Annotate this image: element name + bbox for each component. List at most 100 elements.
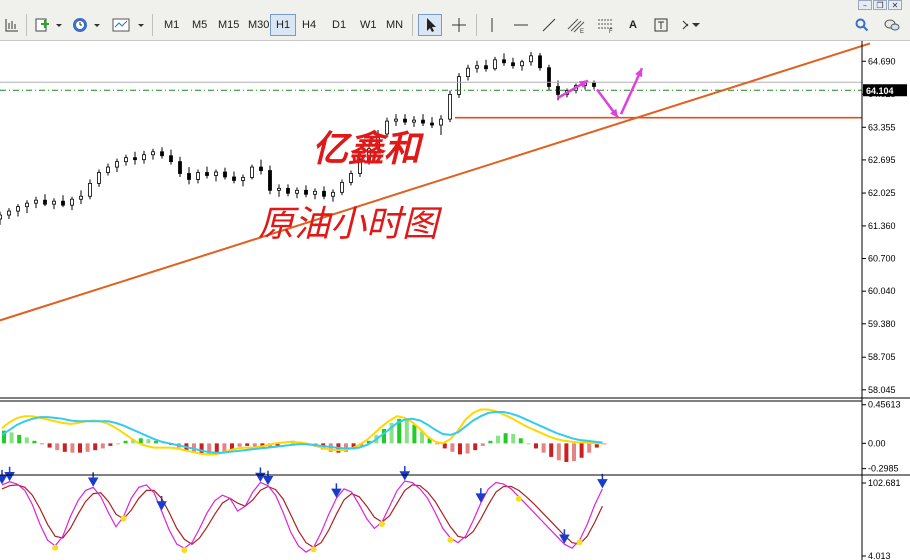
candle-body [115,161,119,168]
cursor-tool-icon[interactable] [418,14,442,36]
new-order-icon[interactable] [32,14,64,36]
kdj-up-marker [181,547,188,554]
crosshair-menu-icon[interactable] [2,14,22,36]
timeframe-h4[interactable]: H4 [296,14,322,36]
candle-body [502,59,506,64]
candle [448,90,452,123]
crosshair-tool-icon[interactable] [448,14,470,36]
candle-body [295,189,299,194]
text-label-tool-icon[interactable] [650,14,672,36]
templates-icon[interactable] [110,14,146,36]
candle-body [7,210,11,216]
minimize-button[interactable]: – [858,0,872,10]
macd-tick-label: 0.45613 [868,400,901,410]
macd-bar [404,419,409,444]
candle-body [61,200,65,206]
macd-bar [62,443,67,452]
candle-body [133,157,137,161]
macd-bar [579,443,584,458]
macd-bar [458,443,462,455]
candle-body [520,61,524,67]
restore-button[interactable]: ❐ [873,0,887,10]
timeframe-mn[interactable]: MN [380,14,409,36]
candle [547,64,551,91]
candle-body [241,177,245,181]
fibonacci-tool-icon[interactable]: F [594,14,618,36]
candle-body [151,151,155,156]
macd-bar [116,443,120,445]
price-tick-label: 62.695 [868,155,896,165]
watermark-subtitle: 原油小时图 [258,204,443,245]
macd-bar [47,443,52,448]
candle [250,164,254,180]
candle-body [70,198,74,206]
arrows-tool-icon[interactable] [678,14,710,36]
timeframe-m15[interactable]: M15 [212,14,245,36]
candle-body [259,166,263,171]
candle-body [538,55,542,69]
candle-body [493,59,497,70]
timeframe-m5[interactable]: M5 [186,14,213,36]
macd-bar [435,443,440,445]
candle-body [268,170,272,191]
candle-body [547,67,551,87]
timeframe-d1[interactable]: D1 [326,14,352,36]
text-tool-icon[interactable]: A [624,14,642,36]
macd-tick-label: -0.2985 [868,464,899,474]
macd-bar [450,443,455,452]
clock-icon[interactable] [70,14,102,36]
price-tick-label: 58.705 [868,352,896,362]
macd-bar [526,443,531,445]
macd-bar [93,443,98,451]
macd-bar [541,443,546,453]
macd-bar [70,443,75,453]
toolbar-separator [152,14,153,36]
price-tick-label: 58.045 [868,385,896,395]
kdj-up-marker [120,515,127,522]
timeframe-h1[interactable]: H1 [270,14,297,36]
candle-body [313,190,317,195]
candle-body [457,76,461,95]
channel-tool-icon[interactable]: E [564,14,588,36]
candle-body [223,171,227,178]
macd-bar [24,437,29,444]
svg-text:F: F [609,29,613,33]
candle-body [196,172,200,180]
kdj-tick-label: 102.681 [868,478,901,488]
candle-body [97,172,101,184]
close-button[interactable]: ✕ [888,0,902,10]
candle-body [430,122,434,126]
candle-body [340,182,344,193]
macd-bar [245,443,250,446]
candle-body [421,119,425,124]
community-icon[interactable] [882,14,902,36]
candle-body [592,82,596,87]
candle-body [277,187,281,191]
macd-bar [465,443,470,454]
macd-bar [534,443,538,449]
candle-body [43,199,47,205]
macd-bar [473,443,478,451]
candle-body [52,200,56,205]
candle-body [394,118,398,122]
candle-body [529,55,533,63]
timeframe-w1[interactable]: W1 [354,14,383,36]
timeframe-m1[interactable]: M1 [158,14,185,36]
candle-body [331,191,335,197]
search-icon[interactable] [852,14,872,36]
candle-body [484,65,488,70]
candle [457,73,461,98]
macd-bar [488,440,493,444]
vertical-line-tool-icon[interactable] [482,14,502,36]
candle-body [142,154,146,161]
kdj-up-marker [52,544,59,551]
macd-bar [518,438,523,444]
horizontal-line-tool-icon[interactable] [510,14,532,36]
candle-body [511,62,515,67]
macd-tick-label: 0.00 [868,438,886,448]
macd-bar [85,443,90,452]
candle-body [205,172,209,176]
candle-body [349,173,353,183]
trendline-tool-icon[interactable] [538,14,560,36]
macd-bar [572,443,576,462]
